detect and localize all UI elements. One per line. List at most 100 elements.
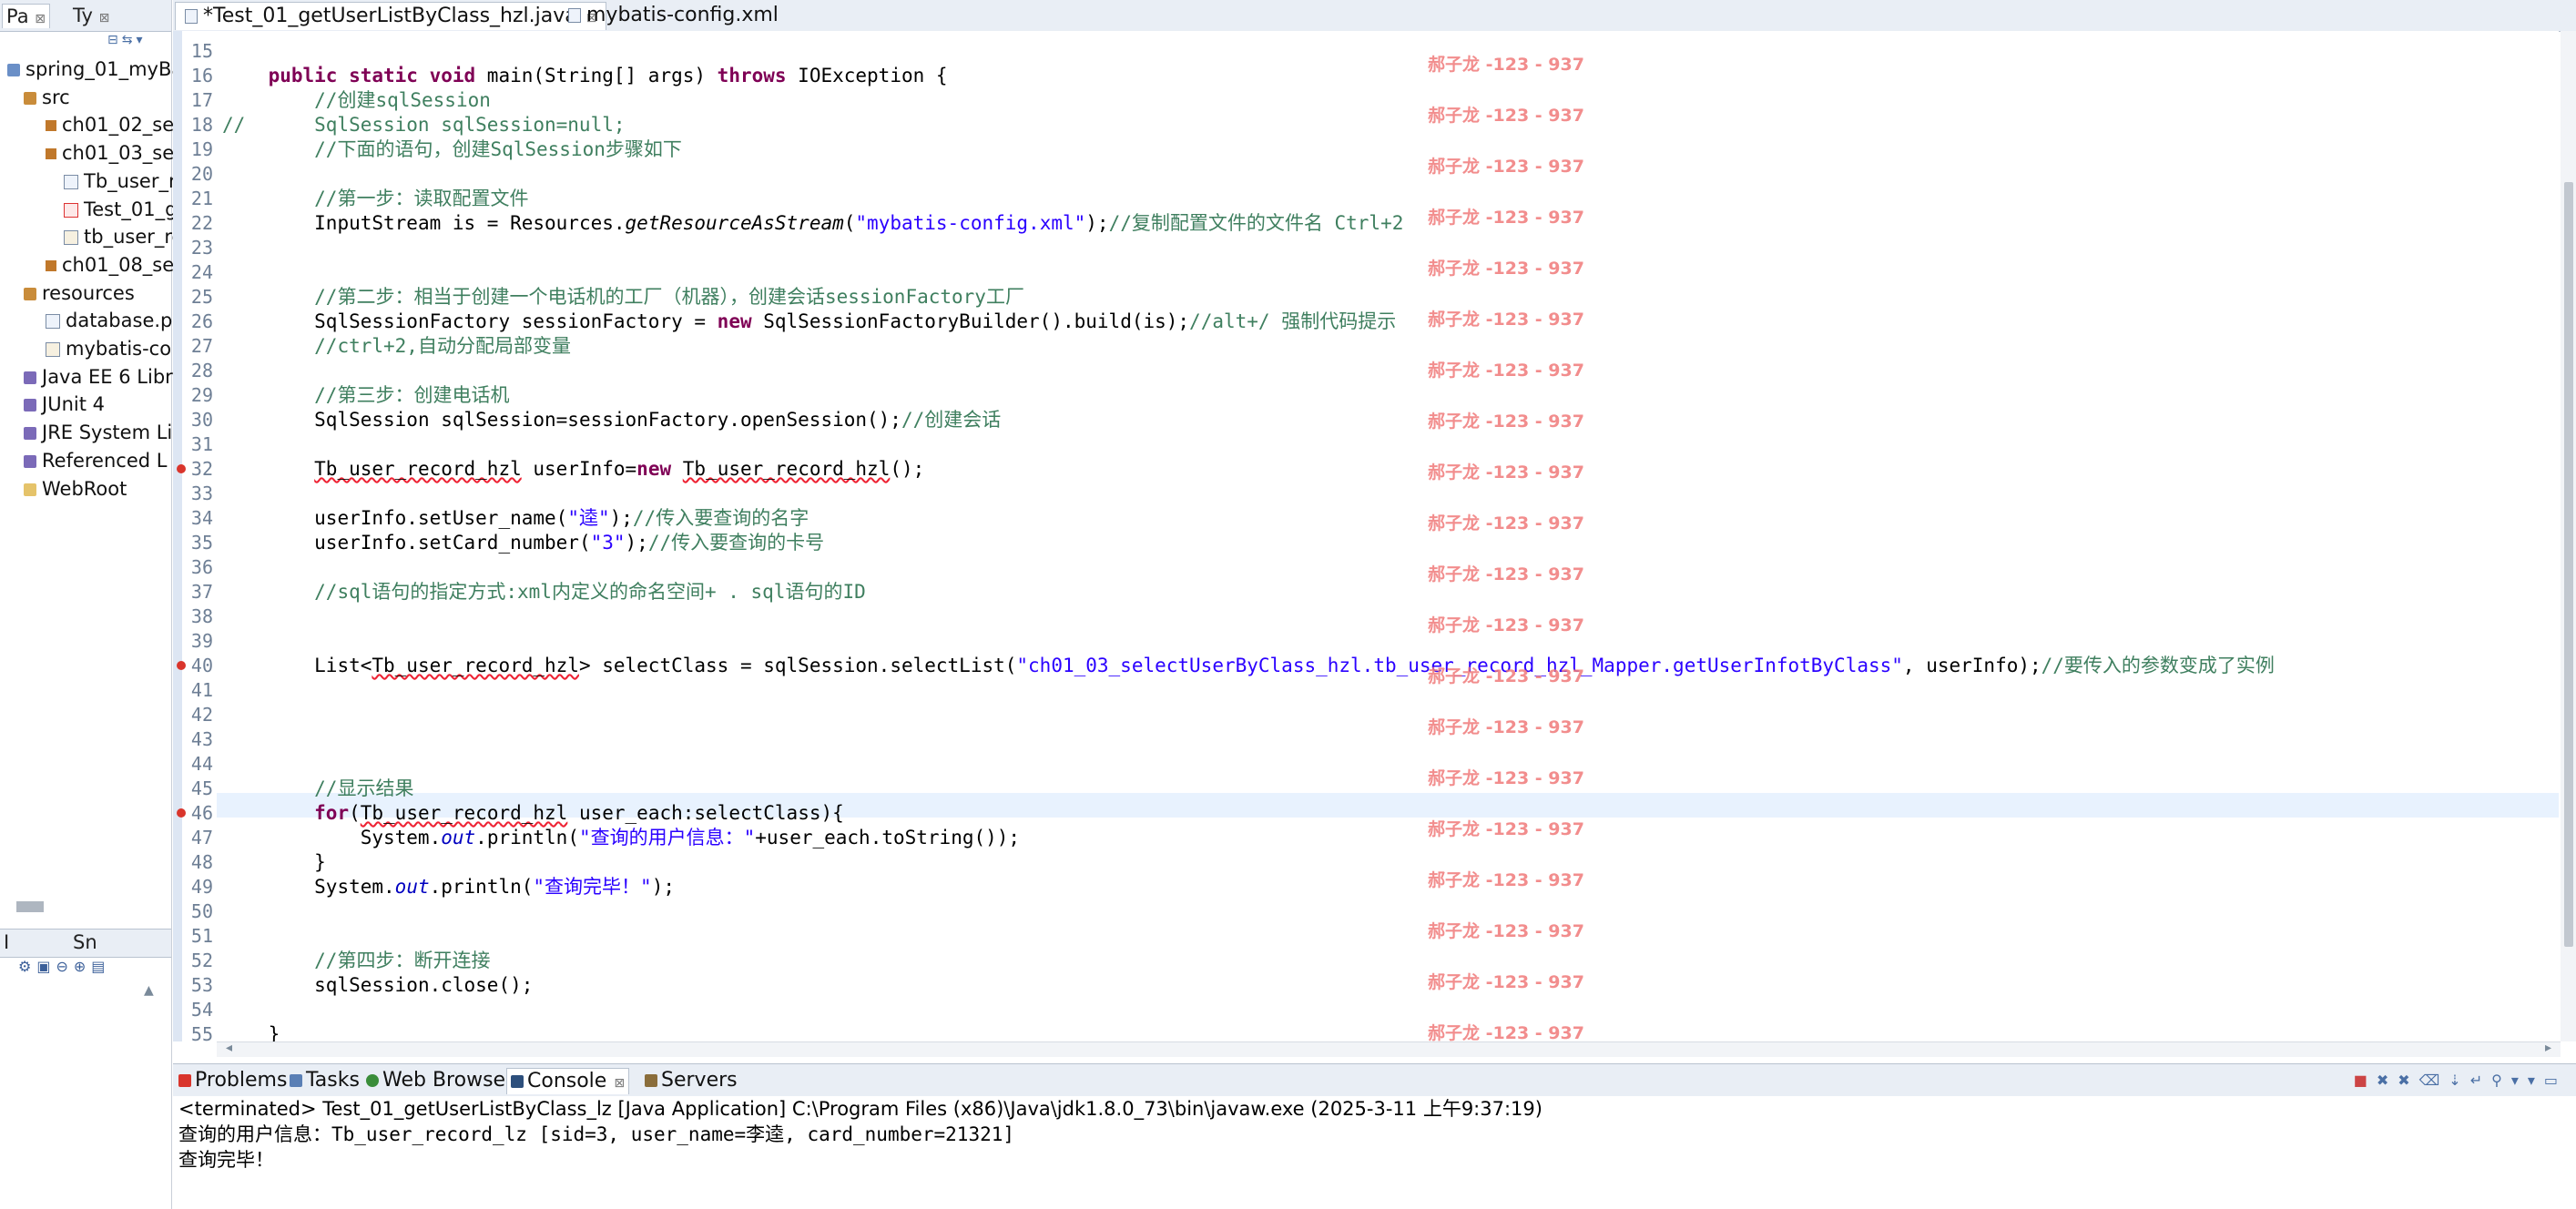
close-icon[interactable]: ⊠ [35, 12, 46, 26]
tree-item-label: resources [42, 281, 135, 304]
scroll-left-icon[interactable]: ◂ [226, 1041, 232, 1055]
console-output-line-2: 查询完毕！ [178, 1149, 274, 1171]
scroll-right-icon[interactable]: ▸ [2545, 1041, 2551, 1055]
tree-item[interactable]: resources [24, 280, 135, 306]
tab-tasks[interactable]: Tasks [286, 1068, 363, 1093]
tree-item[interactable]: Test_01_g [64, 197, 177, 222]
tab-label: Tasks [306, 1069, 360, 1092]
tree-item[interactable]: spring_01_myBa [7, 56, 183, 82]
tree-item-label: mybatis-co [66, 338, 172, 360]
tab-problems[interactable]: Problems [175, 1068, 290, 1093]
code-line-25: //第二步：相当于创建一个电话机的工厂（机器），创建会话sessionFacto… [314, 286, 1024, 308]
problems-icon [178, 1074, 191, 1087]
code-line-40: List<Tb_user_record_hzl> selectClass = s… [314, 655, 2275, 676]
tool-icon[interactable]: ▤ [91, 958, 110, 975]
tree-item[interactable]: JUnit 4 [24, 391, 105, 417]
code-editor[interactable]: public static void main(String[] args) t… [217, 31, 2559, 1041]
line-number: 52 [190, 950, 213, 971]
tree-item[interactable]: Java EE 6 Libr [24, 364, 173, 390]
view-menu-icon[interactable]: ▾ [136, 33, 146, 47]
editor-scroll-thumb[interactable] [2564, 182, 2573, 947]
tab-test-java[interactable]: *Test_01_getUserListByClass_hzl.java ⊠ [175, 2, 607, 30]
remove-launch-icon[interactable]: ✖ [2377, 1072, 2398, 1089]
source-folder-icon [24, 287, 36, 300]
tree-item[interactable]: WebRoot [24, 476, 127, 502]
display-console-icon[interactable]: ▾ [2511, 1072, 2528, 1089]
package-icon [46, 120, 56, 132]
library-icon [24, 427, 36, 441]
tab-package-explorer[interactable]: Pa ⊠ [2, 4, 51, 28]
error-marker-icon[interactable] [177, 464, 186, 473]
package-explorer: Pa ⊠ Ty ⊠ ⊟⇆▾ spring_01_myBasrc ch01_02_s… [0, 0, 183, 1209]
word-wrap-icon[interactable]: ↵ [2470, 1072, 2491, 1089]
line-number: 21 [190, 188, 213, 209]
tree-item[interactable]: mybatis-co [46, 336, 171, 361]
package-icon [46, 259, 56, 271]
console-icon [511, 1075, 524, 1088]
java-file-icon [185, 9, 198, 24]
console-output-line-1: 查询的用户信息：Tb_user_record_lz [sid=3, user_n… [178, 1123, 1015, 1145]
terminate-icon[interactable]: ■ [2354, 1072, 2377, 1089]
code-line-17: //创建sqlSession [314, 89, 491, 111]
tool-icon[interactable]: ⚙ [18, 958, 36, 975]
tab-type-hierarchy[interactable]: Ty ⊠ [73, 4, 109, 27]
line-number: 23 [190, 237, 213, 259]
editor-tab-bar: *Test_01_getUserListByClass_hzl.java ⊠ my… [173, 0, 2576, 32]
left-horizontal-scrollbar[interactable] [16, 901, 44, 912]
tree-item-label: JUnit 4 [42, 393, 105, 416]
pin-console-icon[interactable]: ⚲ [2491, 1072, 2511, 1089]
tree-item[interactable]: tb_user_re [64, 224, 183, 249]
line-number: 19 [190, 138, 213, 160]
close-icon[interactable]: ⊠ [99, 11, 110, 25]
zoom-in-icon[interactable]: ⊕ [74, 958, 91, 975]
code-line-21: //第一步：读取配置文件 [314, 188, 529, 209]
code-line-19: //下面的语句，创建SqlSession步骤如下 [314, 138, 682, 160]
code-line-47: System.out.println("查询的用户信息："+user_each.… [360, 827, 1021, 848]
tab-console[interactable]: Console ⊠ [506, 1068, 630, 1094]
servers-icon [645, 1074, 657, 1087]
xml-file-icon [64, 230, 78, 246]
link-editor-icon[interactable]: ⇆ [122, 33, 137, 47]
tree-item-label: spring_01_myBa [25, 58, 184, 80]
line-number: 17 [190, 89, 213, 111]
watermark-text: 郝子龙 -123 - 937 [1428, 972, 1584, 992]
line-number: 24 [190, 261, 213, 283]
tab-web-browser[interactable]: Web Browser [362, 1068, 517, 1093]
tree-item[interactable]: ch01_08_se [46, 252, 174, 278]
clear-console-icon[interactable]: ⌫ [2419, 1072, 2449, 1089]
tree-item[interactable]: ch01_02_se [46, 112, 174, 137]
watermark-text: 郝子龙 -123 - 937 [1428, 615, 1584, 635]
tab-label: Problems [195, 1069, 288, 1092]
tree-item[interactable]: database.pr [46, 308, 180, 333]
collapse-all-icon[interactable]: ⊟ [107, 33, 122, 47]
error-marker-icon[interactable] [177, 661, 186, 670]
tab-servers[interactable]: Servers [641, 1068, 741, 1093]
error-marker-icon[interactable] [177, 808, 186, 818]
line-number: 32 [190, 458, 213, 480]
tree-item[interactable]: Referenced L [24, 448, 167, 473]
tree-item[interactable]: src [24, 85, 70, 110]
watermark-text: 郝子龙 -123 - 937 [1428, 411, 1584, 432]
close-icon[interactable]: ⊠ [614, 1076, 625, 1091]
line-number: 28 [190, 360, 213, 381]
tab-label: I [4, 931, 10, 953]
scroll-lock-icon[interactable]: ⇣ [2449, 1072, 2469, 1089]
tool-icon[interactable]: ▣ [36, 958, 56, 975]
tab-snippets[interactable]: Sn [73, 930, 97, 954]
remove-all-icon[interactable]: ✖ [2398, 1072, 2418, 1089]
console-toolbar: ■✖✖⌫⇣↵⚲▾▾▭ [2354, 1072, 2567, 1089]
tree-item[interactable]: Tb_user_r [64, 168, 177, 194]
editor-horizontal-scrollbar[interactable]: ◂ ▸ [217, 1041, 2561, 1057]
minimize-icon[interactable]: ▭ [2544, 1072, 2567, 1089]
console-output[interactable]: <terminated> Test_01_getUserListByClass_… [173, 1096, 2576, 1209]
tree-item[interactable]: ch01_03_se [46, 140, 174, 166]
line-number: 33 [190, 483, 213, 504]
watermark-text: 郝子龙 -123 - 937 [1428, 666, 1584, 686]
open-console-icon[interactable]: ▾ [2528, 1072, 2544, 1089]
tree-item[interactable]: JRE System Li [24, 420, 172, 445]
zoom-out-icon[interactable]: ⊖ [56, 958, 73, 975]
tab-mybatis-config[interactable]: mybatis-config.xml [559, 2, 788, 29]
code-line-29: //第三步：创建电话机 [314, 384, 510, 406]
scroll-up-icon[interactable]: ▲ [144, 983, 157, 1001]
tab-lower-1[interactable]: I [4, 930, 9, 954]
